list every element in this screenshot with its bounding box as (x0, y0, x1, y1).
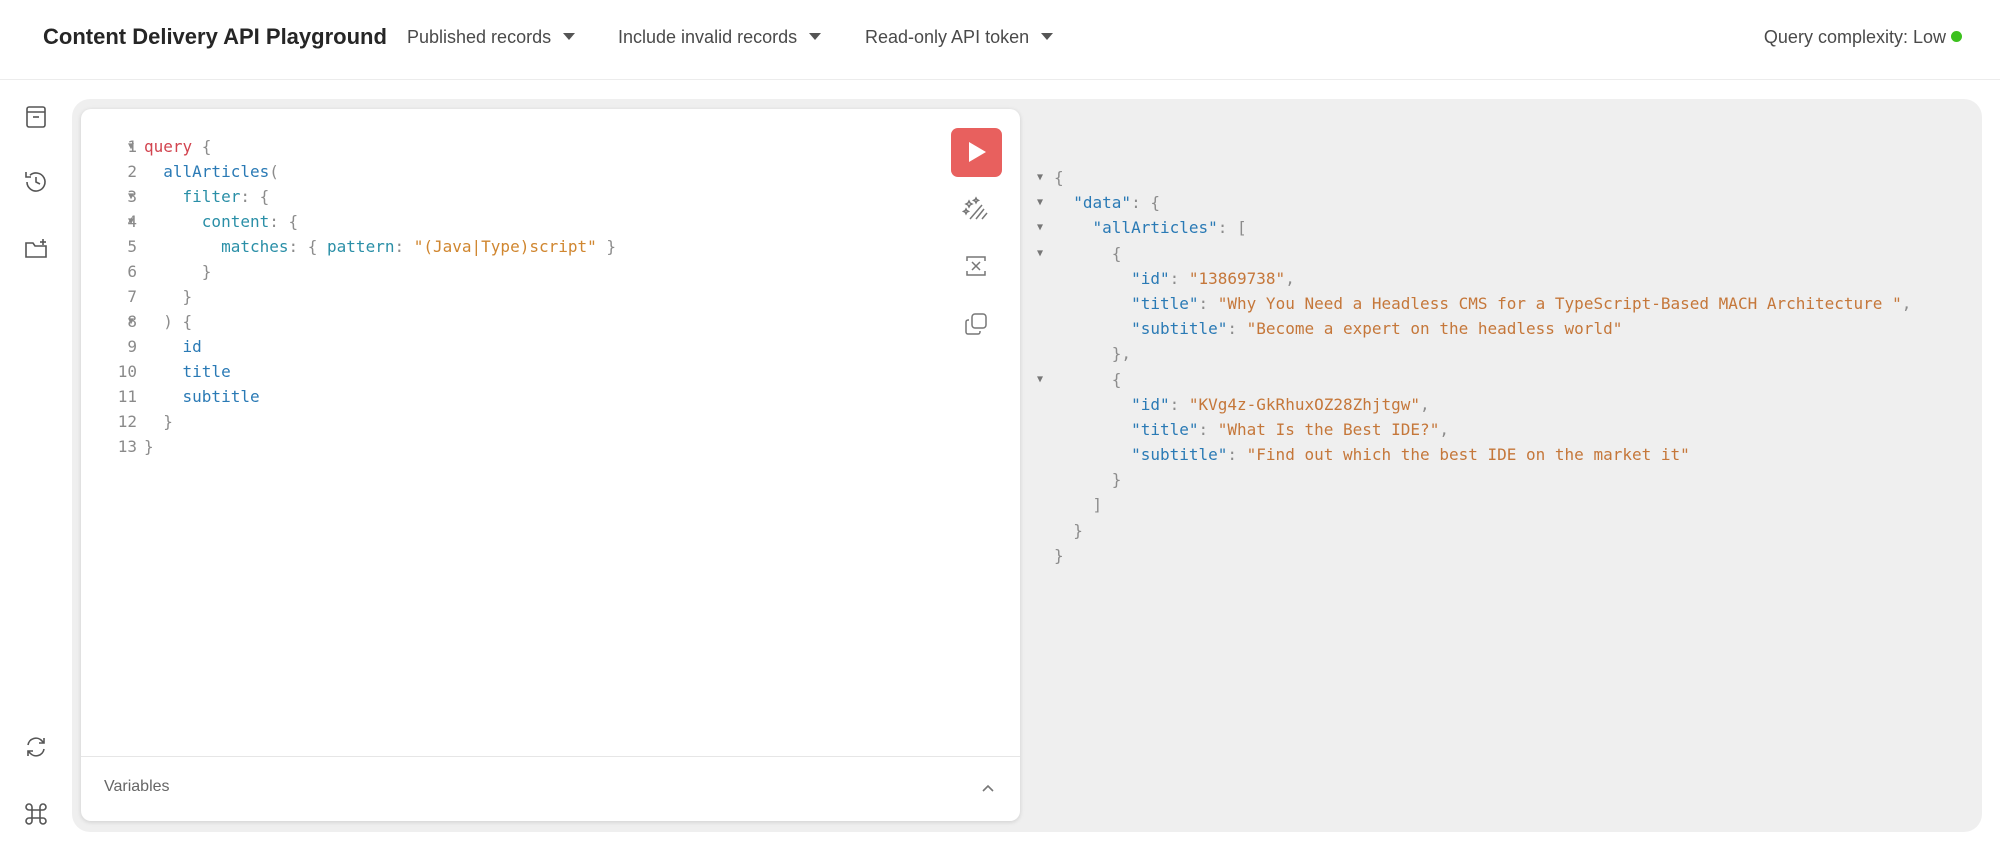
query-keyword: query (144, 137, 193, 156)
json-value: "Find out which the best IDE on the mark… (1246, 445, 1690, 465)
code-line: 13} (81, 434, 1020, 459)
code-line: 2 allArticles( (81, 159, 1020, 184)
json-value: "What Is the Best IDE?" (1217, 419, 1440, 439)
line-number: 11 (117, 387, 137, 406)
chevron-down-icon (1041, 33, 1054, 40)
query-complexity-label: Query complexity: Low (1763, 27, 1946, 47)
code-line: 7 } (81, 284, 1020, 309)
code-line: 12 } (81, 409, 1020, 434)
include-invalid-label: Include invalid records (618, 27, 798, 47)
argument-name: matches (221, 237, 289, 256)
json-key: "subtitle" (1131, 319, 1228, 339)
json-key: "id" (1131, 268, 1170, 288)
json-key: "id" (1131, 394, 1170, 414)
code-line: 10 title (81, 359, 1020, 384)
api-token-label: Read-only API token (865, 27, 1030, 47)
published-records-label: Published records (407, 27, 552, 47)
fold-toggle-icon[interactable]: ▼ (1037, 190, 1043, 215)
code-line: 6 } (81, 259, 1020, 284)
fold-toggle-icon[interactable]: ▼ (1037, 215, 1043, 240)
fold-toggle-icon[interactable]: ▼ (1037, 165, 1043, 190)
history-icon[interactable] (22, 168, 50, 196)
code-line: 8 ▼ ) { (81, 309, 1020, 334)
json-value: "13869738" (1188, 268, 1286, 288)
json-key: "allArticles" (1092, 218, 1218, 238)
json-value: "Become a expert on the headless world" (1246, 319, 1623, 339)
line-number: 6 (127, 262, 137, 281)
variables-panel[interactable]: Variables (81, 756, 1020, 821)
chevron-down-icon (563, 33, 576, 40)
top-bar: Content Delivery API Playground Publishe… (0, 0, 2000, 80)
field-name: title (182, 362, 231, 381)
fold-toggle-icon[interactable]: ▼ (128, 134, 134, 159)
chevron-up-icon[interactable] (980, 781, 996, 797)
line-number: 5 (127, 237, 137, 256)
include-invalid-dropdown[interactable]: Include invalid records (618, 27, 822, 48)
chevron-down-icon (809, 33, 822, 40)
code-line: 5 matches: { pattern: "(Java|Type)script… (81, 234, 1020, 259)
prettify-icon[interactable] (962, 195, 990, 223)
fold-toggle-icon[interactable]: ▼ (1037, 367, 1043, 392)
api-token-dropdown[interactable]: Read-only API token (865, 27, 1054, 48)
query-editor[interactable]: 1 ▼ query { 2 allArticles( 3 ▼ filter: { 4 ▼… (81, 109, 1020, 821)
json-key: "subtitle" (1131, 445, 1228, 465)
json-value: "Why You Need a Headless CMS for a TypeS… (1217, 293, 1902, 313)
line-number: 13 (117, 437, 137, 456)
code-line: 1 ▼ query { (81, 134, 1020, 159)
archive-icon[interactable] (22, 103, 50, 131)
play-icon (969, 142, 986, 162)
merge-fragments-icon[interactable] (962, 252, 990, 280)
fold-toggle-icon[interactable]: ▼ (1037, 241, 1043, 266)
app-title: Content Delivery API Playground (43, 24, 387, 49)
line-number: 10 (117, 362, 137, 381)
field-name: subtitle (182, 387, 260, 406)
field-name: allArticles (163, 162, 270, 181)
line-number: 12 (117, 412, 137, 431)
run-query-button[interactable] (951, 128, 1002, 177)
line-number: 9 (127, 337, 137, 356)
argument-name: pattern (327, 237, 395, 256)
line-number: 7 (127, 287, 137, 306)
string-value: "(Java|Type)script" (413, 237, 597, 256)
json-key: "title" (1131, 293, 1199, 313)
fold-toggle-icon[interactable]: ▼ (128, 209, 134, 234)
code-line: 11 subtitle (81, 384, 1020, 409)
variables-label: Variables (104, 778, 170, 795)
query-code[interactable]: 1 ▼ query { 2 allArticles( 3 ▼ filter: { 4 ▼… (81, 134, 1020, 459)
published-records-dropdown[interactable]: Published records (407, 27, 576, 48)
field-name: id (182, 337, 202, 356)
copy-icon[interactable] (962, 310, 990, 338)
refresh-icon[interactable] (22, 733, 50, 761)
fold-toggle-icon[interactable]: ▼ (128, 309, 134, 334)
status-dot (1951, 31, 1962, 42)
json-value: "KVg4z-GkRhuxOZ28Zhjtgw" (1188, 394, 1421, 414)
folder-add-icon[interactable] (22, 235, 50, 263)
code-line: 3 ▼ filter: { (81, 184, 1020, 209)
json-key: "title" (1131, 419, 1199, 439)
command-icon[interactable] (22, 800, 50, 828)
query-complexity: Query complexity: Low (1764, 27, 1962, 48)
code-line: 4 ▼ content: { (81, 209, 1020, 234)
json-key: "data" (1073, 193, 1132, 213)
fold-toggle-icon[interactable]: ▼ (128, 184, 134, 209)
line-number: 2 (127, 162, 137, 181)
argument-name: filter (182, 187, 241, 206)
code-line: 9 id (81, 334, 1020, 359)
argument-name: content (201, 212, 270, 231)
